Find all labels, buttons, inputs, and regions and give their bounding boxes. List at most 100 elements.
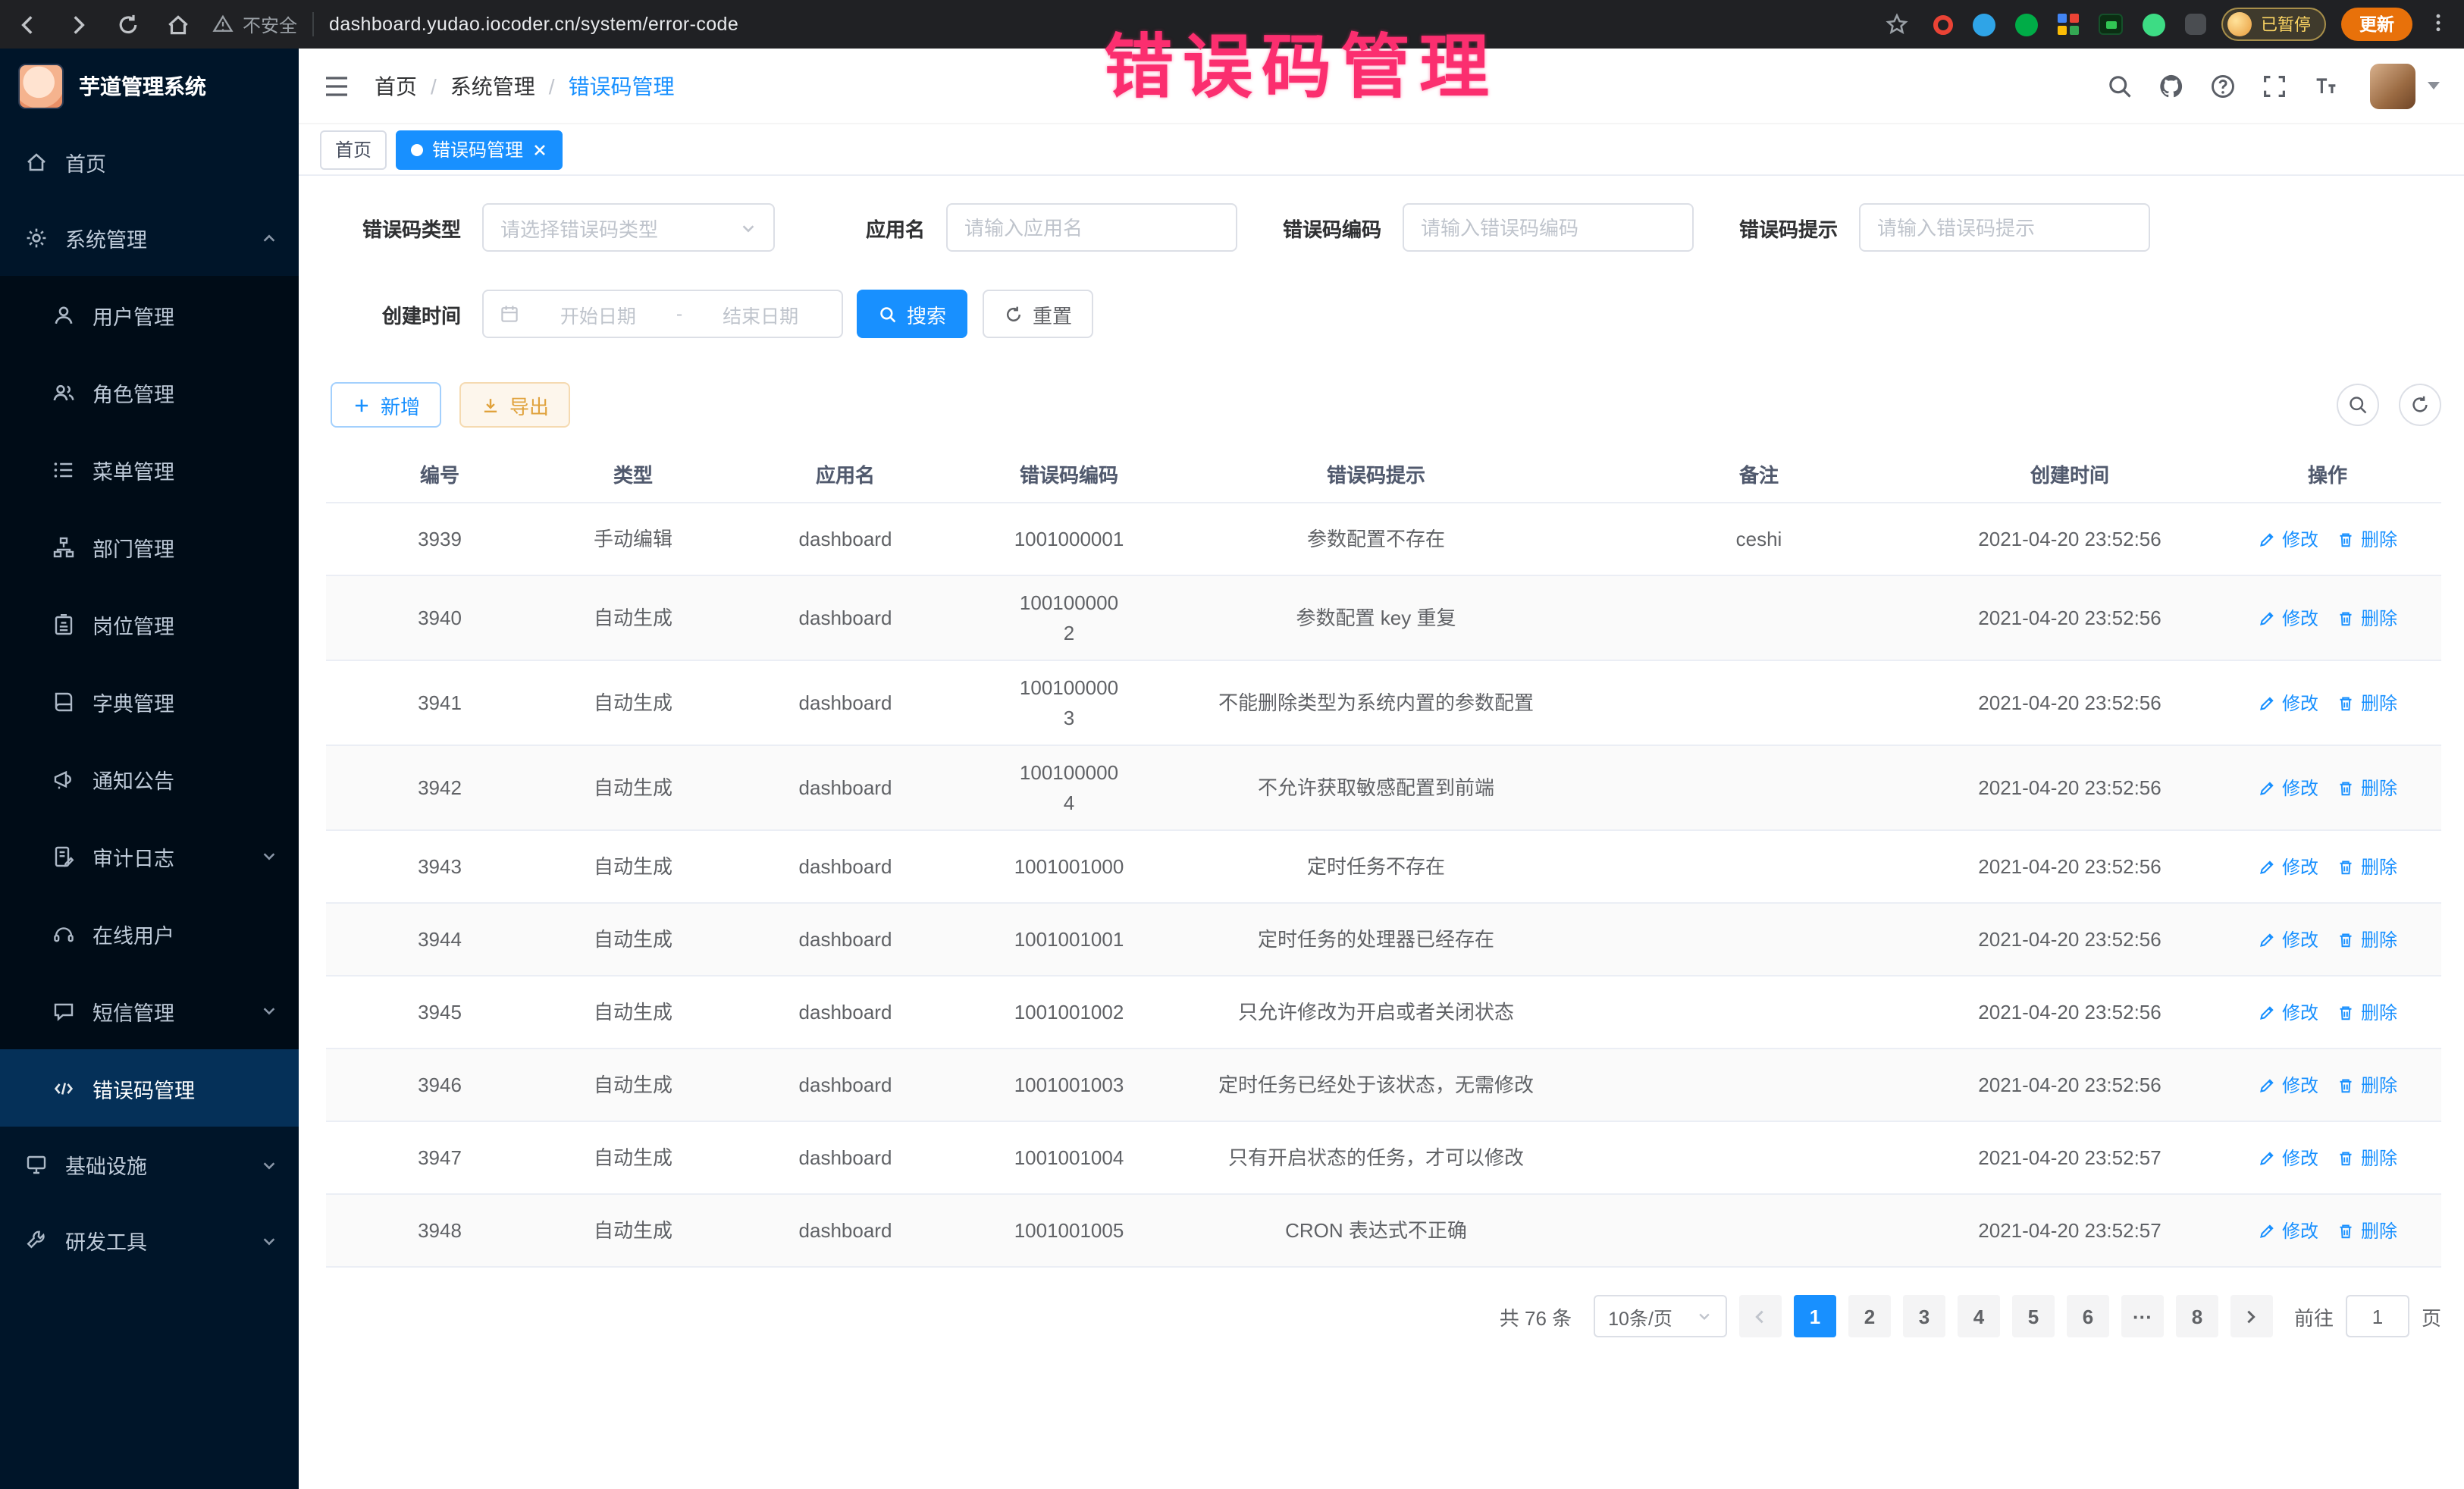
sidebar-item-departments[interactable]: 部门管理	[0, 508, 299, 585]
edit-link[interactable]: 修改	[2258, 926, 2318, 953]
page-button-2[interactable]: 2	[1848, 1295, 1891, 1337]
edit-link[interactable]: 修改	[2258, 604, 2318, 632]
sidebar-item-infrastructure[interactable]: 基础设施	[0, 1127, 299, 1202]
forward-icon[interactable]	[65, 11, 91, 37]
sidebar-item-posts[interactable]: 岗位管理	[0, 585, 299, 663]
error-type-select[interactable]: 请选择错误码类型	[482, 203, 775, 252]
address-bar[interactable]: 不安全 dashboard.yudao.iocoder.cn/system/er…	[212, 11, 1909, 37]
page-button-5[interactable]: 5	[2012, 1295, 2055, 1337]
delete-link[interactable]: 删除	[2337, 774, 2397, 801]
search-icon[interactable]	[2106, 72, 2133, 99]
export-button[interactable]: 导出	[459, 382, 570, 428]
tab-home[interactable]: 首页	[320, 130, 387, 169]
user-menu[interactable]	[2370, 63, 2440, 108]
browser-extension-icon[interactable]	[2185, 14, 2206, 35]
sidebar-item-menus[interactable]: 菜单管理	[0, 431, 299, 508]
delete-link[interactable]: 删除	[2337, 1144, 2397, 1171]
reset-button[interactable]: 重置	[983, 290, 1093, 338]
browser-extension-icon[interactable]	[1973, 13, 1995, 36]
sidebar-item-system[interactable]: 系统管理	[0, 200, 299, 276]
badge-icon	[52, 612, 76, 636]
cell-app: dashboard	[713, 831, 978, 902]
cell-type: 自动生成	[553, 831, 713, 902]
browser-extension-icon[interactable]	[2143, 13, 2165, 36]
edit-link[interactable]: 修改	[2258, 525, 2318, 553]
sidebar-item-online-users[interactable]: 在线用户	[0, 895, 299, 972]
page-button-1[interactable]: 1	[1794, 1295, 1836, 1337]
sidebar-item-users[interactable]: 用户管理	[0, 276, 299, 353]
sidebar-item-dictionary[interactable]: 字典管理	[0, 663, 299, 740]
page-size-select[interactable]: 10条/页	[1593, 1295, 1727, 1337]
edit-link[interactable]: 修改	[2258, 853, 2318, 880]
goto-page-input[interactable]	[2346, 1295, 2409, 1337]
sidebar-item-audit-log[interactable]: 审计日志	[0, 817, 299, 895]
delete-link[interactable]: 删除	[2337, 853, 2397, 880]
reload-icon[interactable]	[115, 11, 141, 37]
page-button-3[interactable]: 3	[1903, 1295, 1945, 1337]
app-logo[interactable]: 芋道管理系统	[0, 49, 299, 124]
edit-link[interactable]: 修改	[2258, 1071, 2318, 1099]
browser-update-button[interactable]: 更新	[2341, 8, 2412, 41]
edit-link[interactable]: 修改	[2258, 689, 2318, 716]
delete-link[interactable]: 删除	[2337, 1217, 2397, 1244]
cell-id: 3947	[326, 1122, 553, 1193]
home-icon[interactable]	[165, 11, 191, 37]
delete-link[interactable]: 删除	[2337, 1071, 2397, 1099]
browser-menu-icon[interactable]	[2428, 12, 2449, 36]
sidebar-item-notices[interactable]: 通知公告	[0, 740, 299, 817]
edit-link[interactable]: 修改	[2258, 1144, 2318, 1171]
github-icon[interactable]	[2158, 72, 2185, 99]
page-ellipsis-button[interactable]: ···	[2121, 1295, 2164, 1337]
delete-link[interactable]: 删除	[2337, 998, 2397, 1026]
error-code-input[interactable]	[1403, 203, 1694, 252]
delete-link[interactable]: 删除	[2337, 604, 2397, 632]
browser-extension-icon[interactable]	[2099, 14, 2123, 35]
cell-time: 2021-04-20 23:52:56	[1926, 1049, 2214, 1121]
add-button[interactable]: 新增	[331, 382, 441, 428]
sidebar-item-sms[interactable]: 短信管理	[0, 972, 299, 1049]
date-range-picker[interactable]: 开始日期 - 结束日期	[482, 290, 843, 338]
edit-label: 修改	[2282, 1144, 2318, 1171]
bookmark-star-icon[interactable]	[1885, 12, 1909, 36]
chevron-down-icon	[261, 1156, 277, 1173]
sidebar-toggle-icon[interactable]	[299, 71, 375, 101]
browser-extension-icon[interactable]	[2058, 14, 2079, 35]
prev-page-button[interactable]	[1739, 1295, 1782, 1337]
search-button[interactable]: 搜索	[857, 290, 967, 338]
delete-link[interactable]: 删除	[2337, 689, 2397, 716]
edit-link[interactable]: 修改	[2258, 998, 2318, 1026]
browser-extension-icon[interactable]	[1933, 14, 1953, 34]
font-size-icon[interactable]	[2312, 72, 2340, 99]
page-button-8[interactable]: 8	[2176, 1295, 2218, 1337]
help-icon[interactable]	[2209, 72, 2237, 99]
app-name-input[interactable]	[946, 203, 1237, 252]
sidebar-item-roles[interactable]: 角色管理	[0, 353, 299, 431]
edit-link[interactable]: 修改	[2258, 1217, 2318, 1244]
profile-paused-badge[interactable]: 已暂停	[2221, 8, 2326, 41]
show-search-button[interactable]	[2337, 384, 2379, 426]
edit-link[interactable]: 修改	[2258, 774, 2318, 801]
sidebar-item-home[interactable]: 首页	[0, 124, 299, 200]
next-page-button[interactable]	[2230, 1295, 2273, 1337]
sidebar-item-dev-tools[interactable]: 研发工具	[0, 1202, 299, 1278]
fullscreen-icon[interactable]	[2261, 72, 2288, 99]
breadcrumb-item[interactable]: 首页	[375, 71, 417, 101]
refresh-table-button[interactable]	[2399, 384, 2441, 426]
page-button-6[interactable]: 6	[2067, 1295, 2109, 1337]
cell-code: 100100000 3	[978, 661, 1160, 744]
delete-label: 删除	[2361, 774, 2397, 801]
breadcrumb-item-current[interactable]: 错误码管理	[569, 71, 675, 101]
tab-error-code[interactable]: 错误码管理	[396, 130, 563, 169]
page-button-4[interactable]: 4	[1958, 1295, 2000, 1337]
sidebar-item-label: 岗位管理	[92, 609, 174, 639]
error-hint-input[interactable]	[1859, 203, 2150, 252]
delete-link[interactable]: 删除	[2337, 926, 2397, 953]
sidebar-item-error-code[interactable]: 错误码管理	[0, 1049, 299, 1127]
breadcrumb-item[interactable]: 系统管理	[450, 71, 535, 101]
back-icon[interactable]	[15, 11, 41, 37]
close-icon[interactable]	[532, 142, 547, 157]
delete-link[interactable]: 删除	[2337, 525, 2397, 553]
chevron-down-icon	[740, 219, 757, 236]
sidebar-item-label: 部门管理	[92, 531, 174, 562]
browser-extension-icon[interactable]	[2015, 13, 2038, 36]
